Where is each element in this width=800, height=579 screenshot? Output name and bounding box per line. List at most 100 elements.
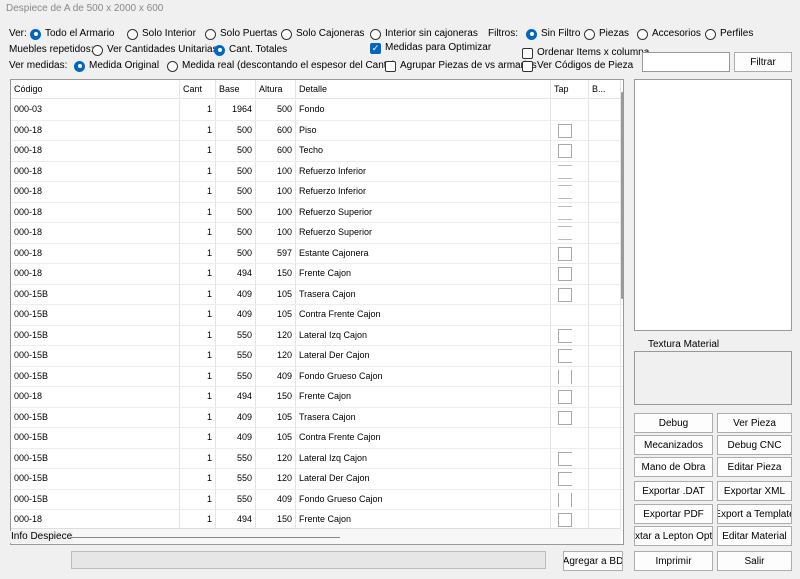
table-row[interactable]: 000-15B 1 409 105 Contra Frente Cajon [11,305,623,326]
measure-option-original[interactable]: Medida Original [74,60,159,72]
sort-columns-checkbox[interactable]: Ordenar Items x columna [522,47,649,59]
table-row[interactable]: 000-03 1 1964 500 Fondo [11,100,623,121]
optimize-checkbox[interactable]: ✓ Medidas para Optimizar [370,42,491,54]
header-base[interactable]: Base [216,80,256,98]
table-row[interactable]: 000-18 1 494 150 Frente Cajon [11,387,623,408]
table-row[interactable]: 000-15B 1 409 105 Trasera Cajon [11,284,623,305]
header-altura[interactable]: Altura [256,80,296,98]
tap-edge-icon [558,226,572,240]
row-qty: 1 [180,223,216,243]
scroll-thumb[interactable] [621,92,623,299]
export-template-button[interactable]: Export a Template [717,504,792,524]
row-base: 1964 [216,100,256,120]
row-code: 000-18 [11,387,180,407]
row-height: 105 [256,428,296,448]
table-row[interactable]: 000-18 1 500 100 Refuerzo Inferior [11,182,623,203]
view-option-puertas[interactable]: Solo Puertas [205,28,277,40]
row-code: 000-15B [11,407,180,427]
view-label: Ver: [9,28,27,39]
vertical-scrollbar[interactable] [621,80,623,544]
view-option-cajoneras[interactable]: Solo Cajoneras [281,28,364,40]
view-option-interior[interactable]: Solo Interior [127,28,196,40]
b-cell [589,428,621,448]
radio-icon [526,28,537,40]
table-row[interactable]: 000-15B 1 550 409 Fondo Grueso Cajon [11,489,623,510]
edit-piece-button[interactable]: Editar Pieza [717,457,792,477]
filter-option-accesorios[interactable]: Accesorios [637,28,701,40]
filter-option-perfiles[interactable]: Perfiles [705,28,753,40]
view-option-sin-cajoneras[interactable]: Interior sin cajoneras [370,28,478,40]
table-row[interactable]: 000-15B 1 409 105 Trasera Cajon [11,407,623,428]
table-row[interactable]: 000-18 1 494 150 Frente Cajon [11,264,623,285]
row-code: 000-15B [11,366,180,386]
table-row[interactable]: 000-15B 1 550 120 Lateral Der Cajon [11,346,623,367]
progress-bar [71,551,546,569]
row-code: 000-15B [11,489,180,509]
table-row[interactable]: 000-15B 1 550 409 Fondo Grueso Cajon [11,366,623,387]
table-row[interactable]: 000-15B 1 409 105 Contra Frente Cajon [11,428,623,449]
b-cell [589,284,621,304]
row-base: 409 [216,428,256,448]
row-code: 000-15B [11,325,180,345]
exit-button[interactable]: Salir [717,551,792,571]
radio-icon [30,28,41,40]
b-cell [589,448,621,468]
edit-material-button[interactable]: Editar Material [717,526,792,546]
tap-edge-icon [558,492,572,507]
b-cell [589,469,621,489]
view-option-todo[interactable]: Todo el Armario [30,28,114,40]
row-height: 409 [256,489,296,509]
row-qty: 1 [180,305,216,325]
export-lepton-button[interactable]: xtar a Lepton Opti [634,526,713,546]
repeated-option-totales[interactable]: Cant. Totales [214,44,287,56]
header-codigo[interactable]: Código [11,80,180,98]
header-b[interactable]: B... [589,80,621,98]
row-detail: Trasera Cajon [296,407,551,427]
tap-edge-icon [558,349,572,363]
row-base: 409 [216,407,256,427]
b-cell [589,223,621,243]
repeated-option-unitarias[interactable]: Ver Cantidades Unitarias [92,44,218,56]
info-divider [70,537,340,538]
table-row[interactable]: 000-15B 1 550 120 Lateral Der Cajon [11,469,623,490]
filter-option-piezas[interactable]: Piezas [584,28,629,40]
header-detalle[interactable]: Detalle [296,80,551,98]
piece-codes-checkbox[interactable]: Ver Códigos de Pieza [522,60,633,72]
table-row[interactable]: 000-15B 1 550 120 Lateral Izq Cajon [11,325,623,346]
row-height: 120 [256,469,296,489]
debug-cnc-button[interactable]: Debug CNC [717,435,792,455]
header-tap[interactable]: Tap [551,80,589,98]
parts-table[interactable]: Código Cant Base Altura Detalle Tap B...… [10,79,624,545]
checkbox-icon [385,60,396,72]
print-button[interactable]: Imprimir [634,551,713,571]
table-row[interactable]: 000-18 1 500 600 Piso [11,120,623,141]
table-row[interactable]: 000-18 1 500 100 Refuerzo Inferior [11,161,623,182]
row-qty: 1 [180,182,216,202]
tap-edge-icon [558,246,572,261]
debug-button[interactable]: Debug [634,413,713,433]
table-row[interactable]: 000-18 1 500 100 Refuerzo Superior [11,223,623,244]
radio-icon [214,44,225,56]
tap-edge-icon [558,164,572,179]
group-pieces-checkbox[interactable]: Agrupar Piezas de vs armarios [385,60,537,72]
table-row[interactable]: 000-15B 1 550 120 Lateral Izq Cajon [11,448,623,469]
filter-button[interactable]: Filtrar [734,52,792,72]
export-pdf-button[interactable]: Exportar PDF [634,504,713,524]
export-dat-button[interactable]: Exportar .DAT [634,481,713,501]
filter-option-sin-filtro[interactable]: Sin Filtro [526,28,580,40]
machining-button[interactable]: Mecanizados [634,435,713,455]
header-cant[interactable]: Cant [180,80,216,98]
view-piece-button[interactable]: Ver Pieza [717,413,792,433]
table-row[interactable]: 000-18 1 500 597 Estante Cajonera [11,243,623,264]
row-detail: Fondo Grueso Cajon [296,366,551,386]
table-row[interactable]: 000-18 1 500 600 Techo [11,141,623,162]
table-row[interactable]: 000-18 1 500 100 Refuerzo Superior [11,202,623,223]
row-detail: Frente Cajon [296,264,551,284]
measure-option-real[interactable]: Medida real (descontando el espesor del … [167,60,395,72]
add-to-db-button[interactable]: Agregar a BD [563,551,623,571]
labor-button[interactable]: Mano de Obra [634,457,713,477]
export-xml-button[interactable]: Exportar XML [717,481,792,501]
b-cell [589,387,621,407]
row-detail: Techo [296,141,551,161]
search-input[interactable] [642,52,730,72]
